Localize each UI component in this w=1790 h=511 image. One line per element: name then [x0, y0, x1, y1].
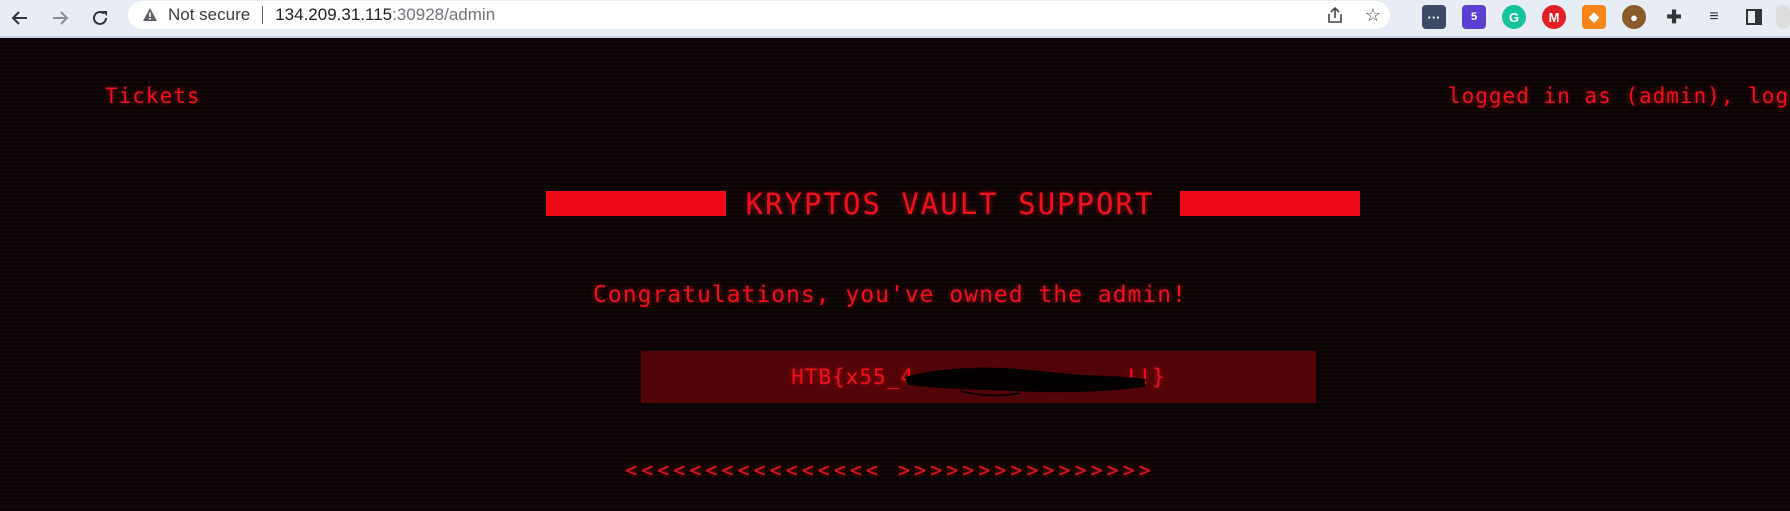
reload-icon [93, 10, 107, 25]
cookie-icon[interactable]: ● [1622, 5, 1646, 29]
page-title: KRYPTOS VAULT SUPPORT [745, 187, 1155, 221]
arrow-left-icon [11, 11, 27, 25]
reload-button[interactable] [88, 6, 112, 30]
share-icon[interactable] [1324, 4, 1346, 26]
divider [262, 6, 264, 24]
metamask-fox-icon[interactable]: ◆ [1582, 5, 1606, 29]
security-status[interactable]: Not secure [168, 5, 250, 25]
back-button[interactable] [8, 6, 32, 30]
arrow-right-icon [53, 11, 69, 25]
title-bar-right [1180, 191, 1360, 216]
grammarly-icon[interactable]: G [1502, 5, 1526, 29]
tickets-link[interactable]: Tickets [105, 84, 201, 108]
m-extension-icon[interactable]: M [1542, 5, 1566, 29]
redaction-scribble [905, 367, 1145, 397]
extension-badge-icon[interactable]: 5 [1462, 5, 1486, 29]
forward-button[interactable] [48, 6, 72, 30]
login-status-text: logged in as (admin), [1448, 84, 1749, 108]
reading-list-icon[interactable]: ≡ [1702, 5, 1726, 29]
logout-link[interactable]: logout [1748, 84, 1790, 108]
title-bar-left [546, 191, 726, 216]
login-status: logged in as (admin), logout [1448, 84, 1790, 108]
warning-icon [142, 7, 158, 23]
url-host: 134.209.31.115 [275, 5, 393, 24]
address-bar[interactable]: Not secure 134.209.31.115:30928/admin ☆ [128, 1, 1390, 29]
extension-dots-icon[interactable]: ··· [1422, 5, 1446, 29]
extension-badge-count: 5 [1470, 11, 1478, 23]
congrats-message: Congratulations, you've owned the admin! [593, 282, 1187, 308]
url-path: :30928/admin [392, 5, 496, 24]
bookmark-star-icon[interactable]: ☆ [1362, 4, 1384, 26]
page-content [0, 38, 1790, 511]
side-panel-icon[interactable] [1742, 5, 1766, 29]
decorative-arrows: <<<<<<<<<<<<<<<< >>>>>>>>>>>>>>>> [625, 458, 1155, 478]
profile-avatar[interactable] [1776, 5, 1790, 29]
flag-visible: HTB{x55_4 [791, 365, 914, 389]
browser-toolbar: Not secure 134.209.31.115:30928/admin ☆ … [0, 0, 1790, 38]
extensions-puzzle-icon[interactable]: ✚ [1662, 5, 1686, 29]
